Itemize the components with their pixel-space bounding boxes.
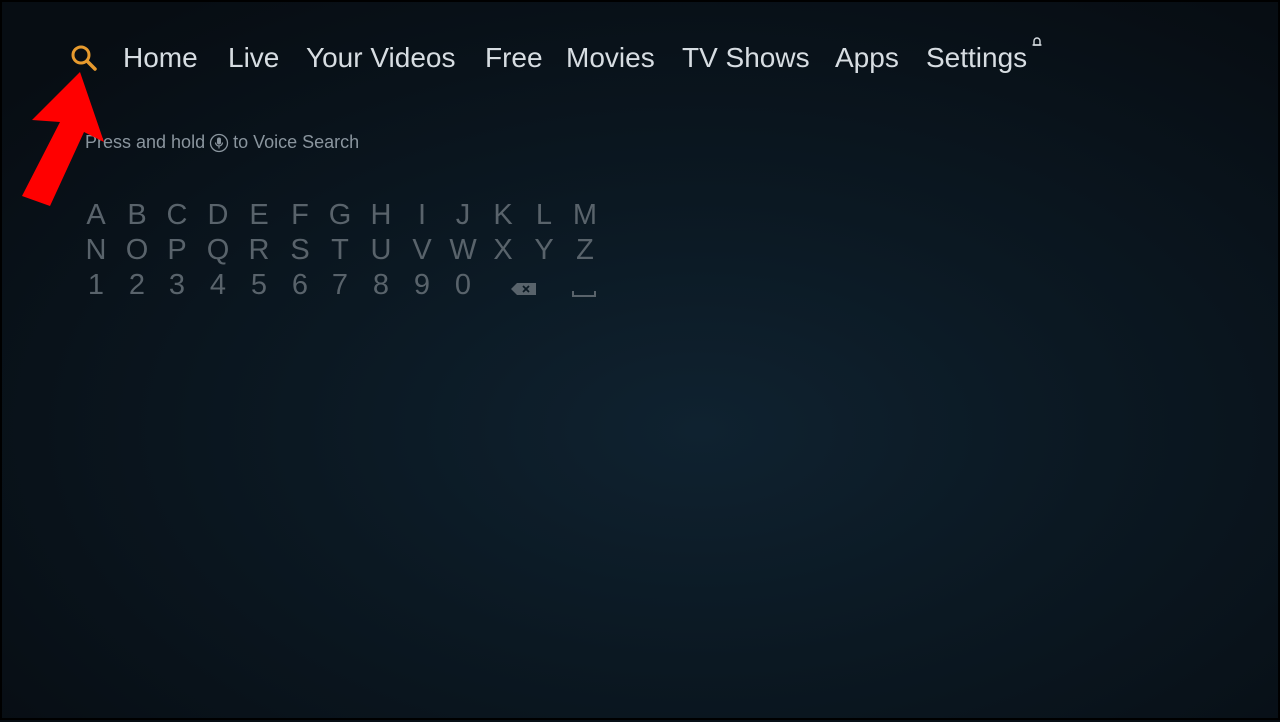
annotation-arrow-icon <box>22 72 104 206</box>
